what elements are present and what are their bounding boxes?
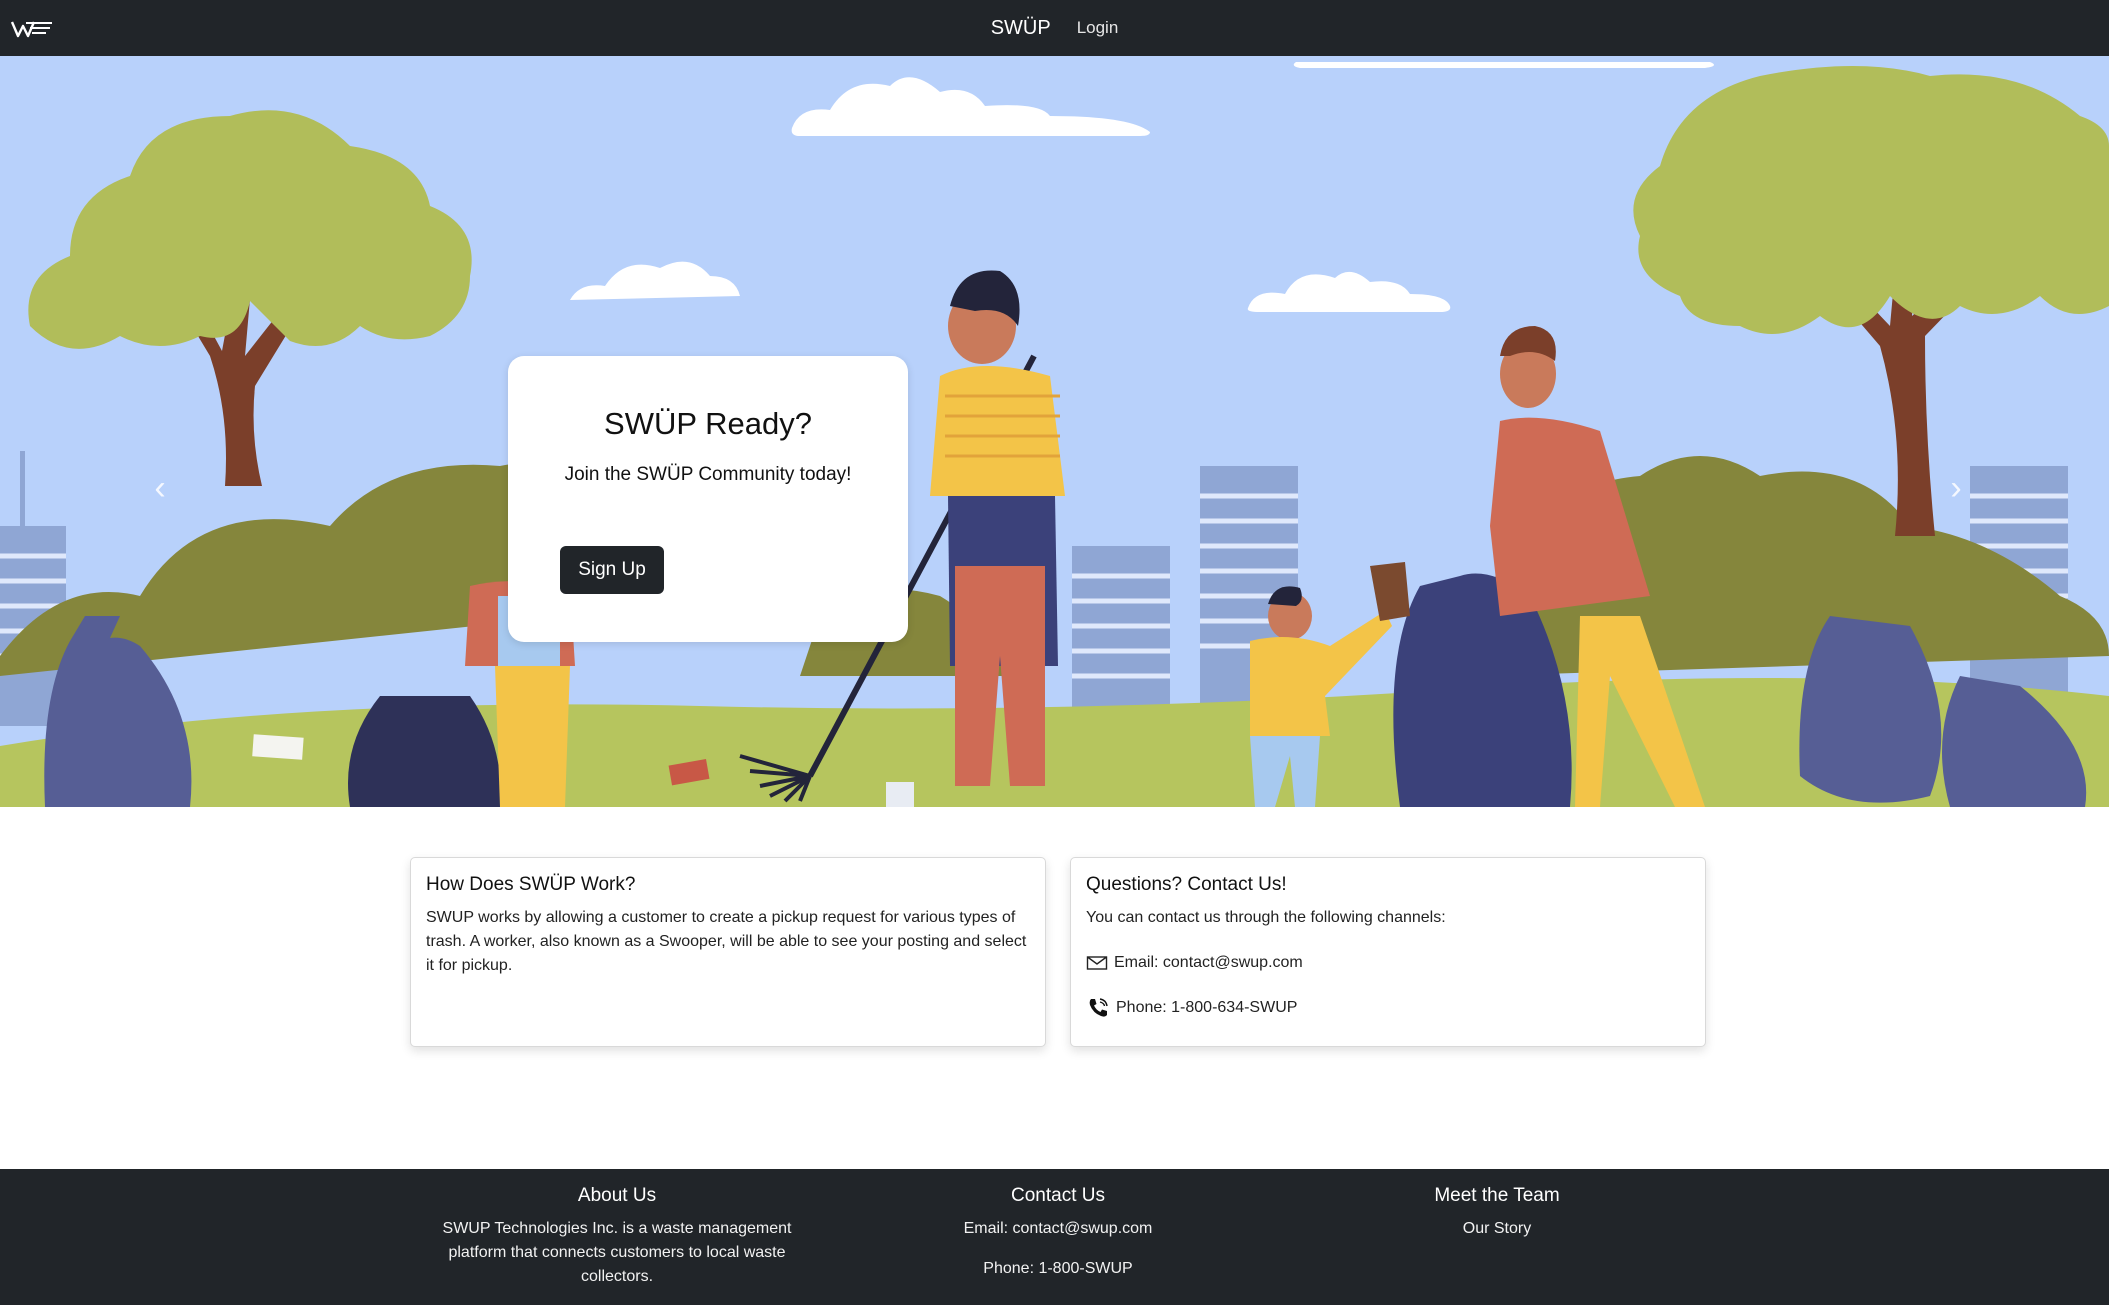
swup-logo-icon[interactable] xyxy=(10,19,54,39)
hero-card-subtitle: Join the SWÜP Community today! xyxy=(564,464,852,485)
how-card-body: SWUP works by allowing a customer to cre… xyxy=(426,909,1027,974)
hero-carousel: ‹ › SWÜP Ready? Join the SWÜP Community … xyxy=(0,56,2109,807)
brand-title[interactable]: SWÜP xyxy=(991,17,1051,40)
hero-illustration xyxy=(0,56,2109,807)
hero-card: SWÜP Ready? Join the SWÜP Community toda… xyxy=(508,356,908,642)
how-it-works-card: How Does SWÜP Work? SWUP works by allowi… xyxy=(410,857,1046,1047)
nav-center: SWÜP Login xyxy=(991,17,1119,40)
footer-about: About Us SWUP Technologies Inc. is a was… xyxy=(430,1185,804,1289)
chevron-left-icon: ‹ xyxy=(154,468,166,507)
contact-card-title: Questions? Contact Us! xyxy=(1086,874,1287,895)
carousel-next-button[interactable]: › xyxy=(1936,468,1976,508)
signup-button[interactable]: Sign Up xyxy=(560,546,664,594)
chevron-right-icon: › xyxy=(1950,468,1962,507)
footer-contact: Contact Us Email: contact@swup.com Phone… xyxy=(898,1185,1218,1281)
contact-phone-row: Phone: 1-800-634-SWUP xyxy=(1086,996,1690,1020)
contact-card: Questions? Contact Us! You can contact u… xyxy=(1070,857,1706,1047)
footer-about-text: SWUP Technologies Inc. is a waste manage… xyxy=(442,1220,792,1285)
footer: About Us SWUP Technologies Inc. is a was… xyxy=(0,1169,2109,1305)
contact-email-row: Email: contact@swup.com xyxy=(1086,954,1690,972)
carousel-prev-button[interactable]: ‹ xyxy=(140,468,180,508)
contact-email-text[interactable]: Email: contact@swup.com xyxy=(1114,954,1303,972)
footer-contact-email[interactable]: Email: contact@swup.com xyxy=(898,1217,1218,1241)
footer-contact-title: Contact Us xyxy=(1011,1185,1105,1206)
how-card-title: How Does SWÜP Work? xyxy=(426,874,636,895)
footer-contact-phone[interactable]: Phone: 1-800-SWUP xyxy=(898,1257,1218,1281)
contact-card-intro: You can contact us through the following… xyxy=(1086,909,1446,926)
footer-team: Meet the Team Our Story xyxy=(1347,1185,1647,1241)
hero-card-title: SWÜP Ready? xyxy=(604,406,812,441)
our-story-link[interactable]: Our Story xyxy=(1347,1217,1647,1241)
navbar: SWÜP Login xyxy=(0,0,2109,56)
phone-icon xyxy=(1089,998,1108,1017)
login-link[interactable]: Login xyxy=(1077,18,1119,38)
footer-team-title: Meet the Team xyxy=(1434,1185,1560,1206)
contact-phone-text[interactable]: Phone: 1-800-634-SWUP xyxy=(1116,999,1297,1017)
footer-about-title: About Us xyxy=(577,1185,657,1206)
envelope-icon xyxy=(1086,956,1108,970)
